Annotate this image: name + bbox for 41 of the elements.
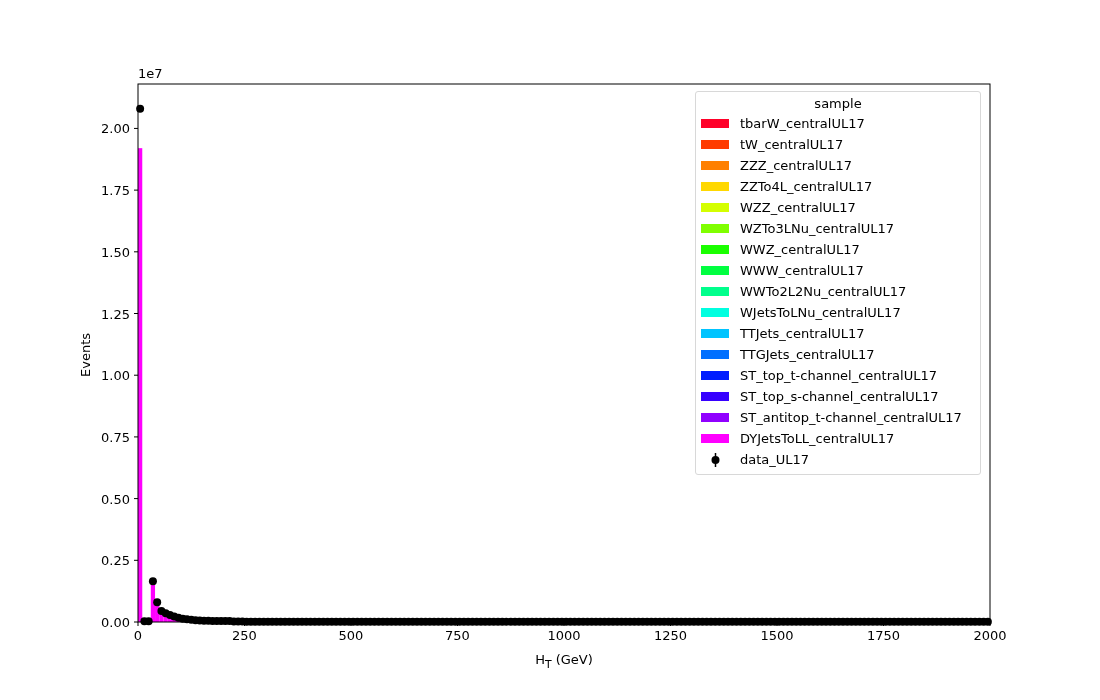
y-tick-label: 1.50 xyxy=(101,244,130,260)
legend-label: data_UL17 xyxy=(740,452,810,467)
data-point xyxy=(148,577,157,586)
y-tick-label: 1.00 xyxy=(101,368,130,384)
legend-label: WWZ_centralUL17 xyxy=(740,242,860,257)
x-tick-label: 250 xyxy=(232,628,257,643)
y-tick-label: 1.75 xyxy=(101,183,130,199)
x-tick-label: 750 xyxy=(445,628,470,643)
x-axis-label: H$_{T}$ (GeV) xyxy=(535,652,593,671)
y-tick-label: 0.00 xyxy=(101,615,130,630)
x-tick-label: 0 xyxy=(133,628,143,643)
x-tick-label: 1000 xyxy=(547,628,581,643)
x-tick-label: 2000 xyxy=(973,628,1007,643)
x-tick-label: 1500 xyxy=(760,628,794,643)
legend-label: WWW_centralUL17 xyxy=(740,263,864,278)
x-tick-label: 1750 xyxy=(866,628,901,643)
axis-offset-label: 1e7 xyxy=(138,66,163,81)
x-tick-label: 1250 xyxy=(653,628,688,643)
legend-label: WJetsToLNu_centralUL17 xyxy=(740,305,901,320)
y-tick-label: 0.25 xyxy=(101,553,130,569)
legend-label: TTJets_centralUL17 xyxy=(740,326,865,341)
legend-label: DYJetsToLL_centralUL17 xyxy=(740,431,895,446)
data-point xyxy=(153,598,162,607)
legend-label: WZTo3LNu_centralUL17 xyxy=(740,221,895,236)
legend-label: WZZ_centralUL17 xyxy=(740,200,856,215)
y-tick-label: 0.75 xyxy=(101,429,130,445)
y-tick-label: 1.25 xyxy=(101,306,130,322)
legend-label: ZZTo4L_centralUL17 xyxy=(740,179,873,194)
legend-label: ZZZ_centralUL17 xyxy=(740,158,852,173)
legend-label: ST_top_s-channel_centralUL17 xyxy=(740,389,939,404)
legend-title: sample xyxy=(813,95,863,113)
legend-label: tbarW_centralUL17 xyxy=(740,116,865,131)
y-tick-label: 0.50 xyxy=(101,491,130,507)
legend-label: TTGJets_centralUL17 xyxy=(740,347,875,362)
x-tick-label: 500 xyxy=(338,628,364,643)
y-tick-label: 2.00 xyxy=(101,121,130,137)
y-axis-label: Events xyxy=(77,333,93,377)
legend-label: ST_top_t-channel_centralUL17 xyxy=(740,368,937,383)
legend-label: tW_centralUL17 xyxy=(740,137,844,152)
legend-label: WWTo2L2Nu_centralUL17 xyxy=(740,284,907,299)
legend-label: ST_antitop_t-channel_centralUL17 xyxy=(740,410,962,425)
